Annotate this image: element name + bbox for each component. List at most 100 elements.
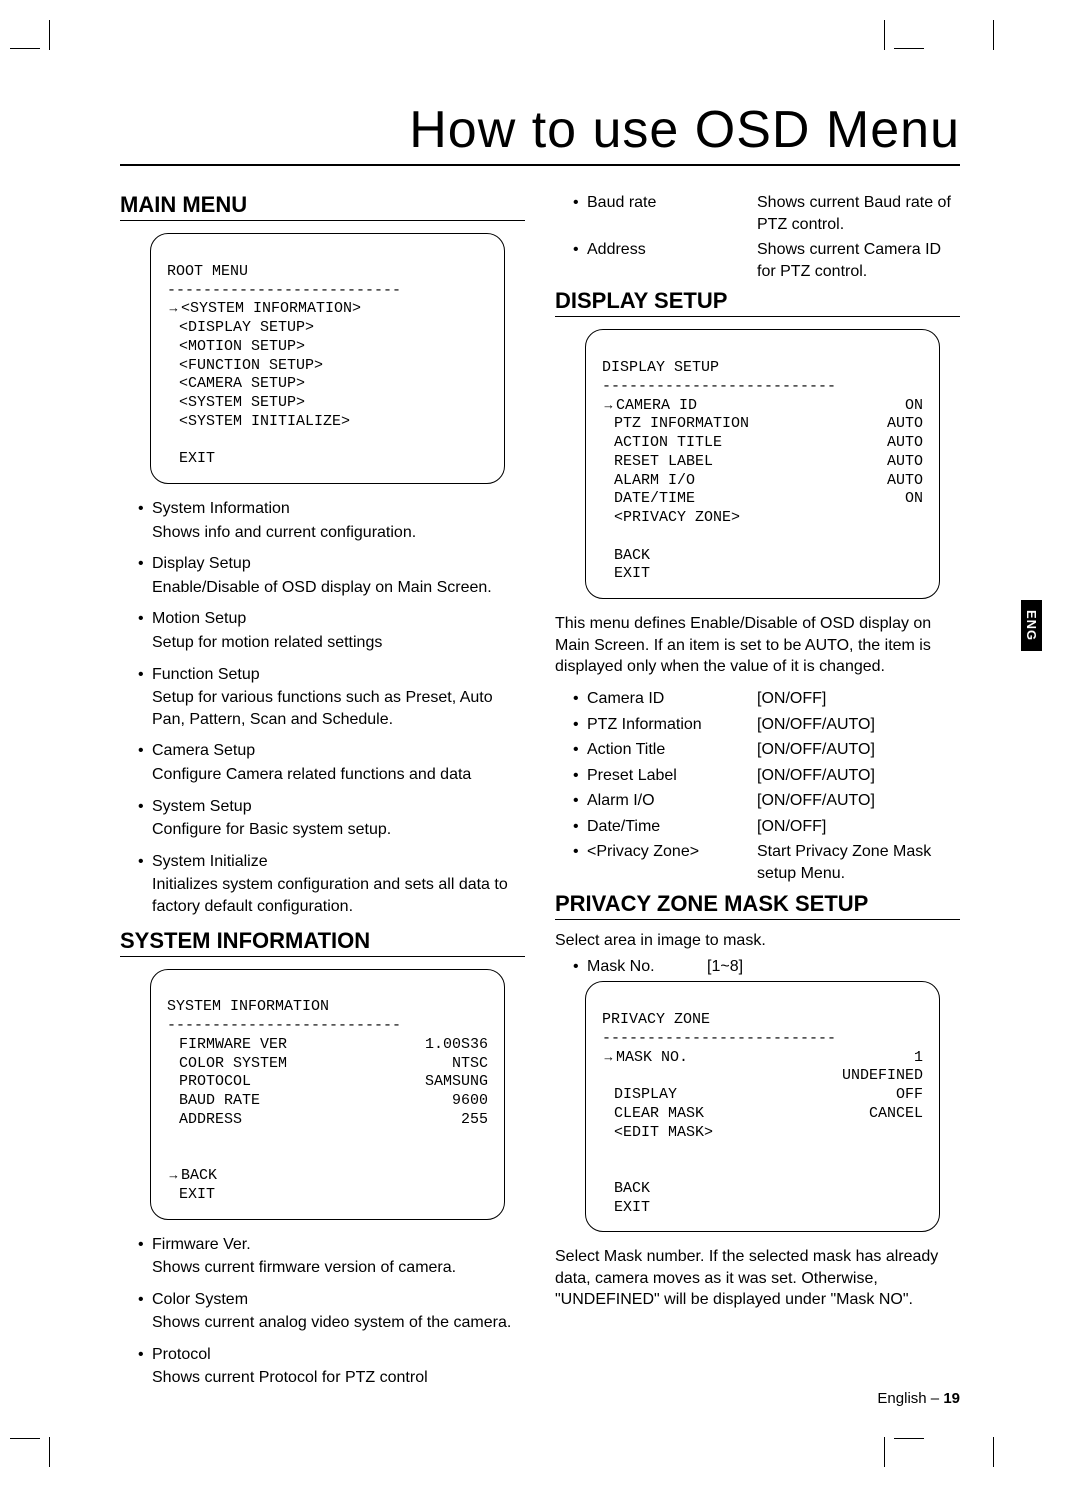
kv-value: Shows current Camera ID for PTZ control. — [757, 239, 960, 282]
item-desc: Setup for various functions such as Pres… — [152, 687, 525, 730]
arrow-icon — [167, 1167, 181, 1184]
list-item: Function Setup Setup for various function… — [138, 664, 525, 731]
item-desc: Enable/Disable of OSD display on Main Sc… — [152, 577, 525, 599]
privacy-value: OFF — [886, 1086, 923, 1105]
privacy-hr: -------------------------- — [602, 1030, 836, 1047]
main-menu-desc-list: System InformationShows info and current… — [120, 498, 525, 918]
item-desc: Configure for Basic system setup. — [152, 819, 525, 841]
item-title: Protocol — [152, 1346, 211, 1363]
kv-value: Start Privacy Zone Mask setup Menu. — [757, 841, 960, 884]
sysinfo-label: PROTOCOL — [167, 1073, 251, 1092]
item-desc: Shows current analog video system of the… — [152, 1312, 525, 1334]
list-item: Preset Label[ON/OFF/AUTO] — [573, 765, 960, 787]
item-desc: Shows current firmware version of camera… — [152, 1257, 525, 1279]
sysinfo-value: 1.00S36 — [415, 1036, 488, 1055]
privacy-zone-box: PRIVACY ZONE -------------------------- … — [585, 981, 940, 1232]
privacy-subtitle: Select area in image to mask. — [555, 932, 960, 950]
list-item: Display Setup Enable/Disable of OSD displ… — [138, 553, 525, 598]
content-columns: MAIN MENU ROOT MENU --------------------… — [120, 186, 960, 1399]
privacy-title: PRIVACY ZONE — [602, 1011, 710, 1028]
kv-value: [ON/OFF/AUTO] — [757, 765, 960, 787]
root-menu-exit: EXIT — [167, 450, 215, 469]
arrow-icon — [167, 300, 181, 317]
privacy-label: CLEAR MASK — [602, 1105, 704, 1124]
page-footer: English – 19 — [877, 1390, 960, 1407]
sysinfo-value: NTSC — [442, 1055, 488, 1074]
privacy-back: BACK — [602, 1180, 650, 1199]
kv-value: [ON/OFF/AUTO] — [757, 739, 960, 761]
footer-lang: English – — [877, 1390, 939, 1407]
list-item: Protocol Shows current Protocol for PTZ c… — [138, 1344, 525, 1389]
kv-value: Shows current Baud rate of PTZ control. — [757, 192, 960, 235]
kv-value: [ON/OFF] — [757, 688, 960, 710]
main-menu-heading: MAIN MENU — [120, 192, 525, 221]
system-info-box: SYSTEM INFORMATION ---------------------… — [150, 969, 505, 1220]
left-column: MAIN MENU ROOT MENU --------------------… — [120, 186, 525, 1399]
kv-key: Date/Time — [587, 816, 757, 838]
privacy-label: DISPLAY — [602, 1086, 677, 1105]
root-menu-item: <SYSTEM INFORMATION> — [181, 300, 361, 317]
kv-key: Baud rate — [587, 192, 757, 235]
sysinfo-hr: -------------------------- — [167, 1017, 401, 1034]
display-exit: EXIT — [602, 565, 650, 584]
display-label: CAMERA ID — [616, 397, 697, 414]
kv-key: <Privacy Zone> — [587, 841, 757, 884]
kv-value: [ON/OFF/AUTO] — [757, 790, 960, 812]
sysinfo-back: BACK — [181, 1167, 217, 1184]
item-desc: Configure Camera related functions and d… — [152, 764, 525, 786]
item-desc: Shows info and current configuration. — [152, 522, 525, 544]
sysinfo-value: 9600 — [442, 1092, 488, 1111]
kv-key: Mask No. — [587, 956, 707, 978]
display-label: PTZ INFORMATION — [602, 415, 749, 434]
item-desc: Setup for motion related settings — [152, 632, 525, 654]
kv-value: [ON/OFF/AUTO] — [757, 714, 960, 736]
sysinfo-value: SAMSUNG — [415, 1073, 488, 1092]
list-item: <Privacy Zone>Start Privacy Zone Mask se… — [573, 841, 960, 884]
kv-value: [1~8] — [707, 956, 960, 978]
item-title: Display Setup — [152, 555, 251, 572]
item-desc: Shows current Protocol for PTZ control — [152, 1367, 525, 1389]
display-value: ON — [895, 490, 923, 509]
kv-key: PTZ Information — [587, 714, 757, 736]
item-title: Firmware Ver. — [152, 1236, 251, 1253]
sysinfo-label: BAUD RATE — [167, 1092, 260, 1111]
privacy-kv-list: Mask No.[1~8] — [555, 956, 960, 978]
list-item: Mask No.[1~8] — [573, 956, 960, 978]
list-item: Alarm I/O[ON/OFF/AUTO] — [573, 790, 960, 812]
root-menu-title: ROOT MENU — [167, 263, 248, 280]
list-item: Motion Setup Setup for motion related set… — [138, 608, 525, 653]
item-title: Motion Setup — [152, 610, 246, 627]
page-title: How to use OSD Menu — [120, 100, 960, 166]
root-menu-item: <DISPLAY SETUP> — [167, 319, 314, 338]
privacy-note: Select Mask number. If the selected mask… — [555, 1246, 960, 1311]
privacy-value: CANCEL — [859, 1105, 923, 1124]
display-value: AUTO — [877, 453, 923, 472]
display-value: AUTO — [877, 434, 923, 453]
language-tab: ENG — [1021, 600, 1042, 651]
root-menu-item: <MOTION SETUP> — [167, 338, 305, 357]
item-title: Function Setup — [152, 666, 260, 683]
list-item: System Setup Configure for Basic system s… — [138, 796, 525, 841]
list-item: PTZ Information[ON/OFF/AUTO] — [573, 714, 960, 736]
sysinfo-label: ADDRESS — [167, 1111, 242, 1130]
item-title: System Initialize — [152, 853, 268, 870]
sysinfo-desc-list: Firmware Ver. Shows current firmware vers… — [120, 1234, 525, 1390]
root-menu-item: <FUNCTION SETUP> — [167, 357, 323, 376]
kv-key: Preset Label — [587, 765, 757, 787]
system-info-heading: SYSTEM INFORMATION — [120, 928, 525, 957]
kv-value: [ON/OFF] — [757, 816, 960, 838]
item-title: Camera Setup — [152, 742, 255, 759]
kv-key: Camera ID — [587, 688, 757, 710]
root-menu-hr: -------------------------- — [167, 282, 401, 299]
privacy-label — [602, 1067, 614, 1086]
display-label: ACTION TITLE — [602, 434, 722, 453]
sysinfo-exit: EXIT — [167, 1186, 215, 1205]
item-title: System Setup — [152, 798, 252, 815]
list-item: Color SystemShows current analog video s… — [138, 1289, 525, 1334]
list-item: Date/Time[ON/OFF] — [573, 816, 960, 838]
display-value: ON — [895, 397, 923, 416]
display-label: DATE/TIME — [602, 490, 695, 509]
top-kv-list: Baud rateShows current Baud rate of PTZ … — [555, 192, 960, 282]
root-menu-item: <SYSTEM INITIALIZE> — [167, 413, 350, 432]
item-desc: Initializes system configuration and set… — [152, 874, 525, 917]
